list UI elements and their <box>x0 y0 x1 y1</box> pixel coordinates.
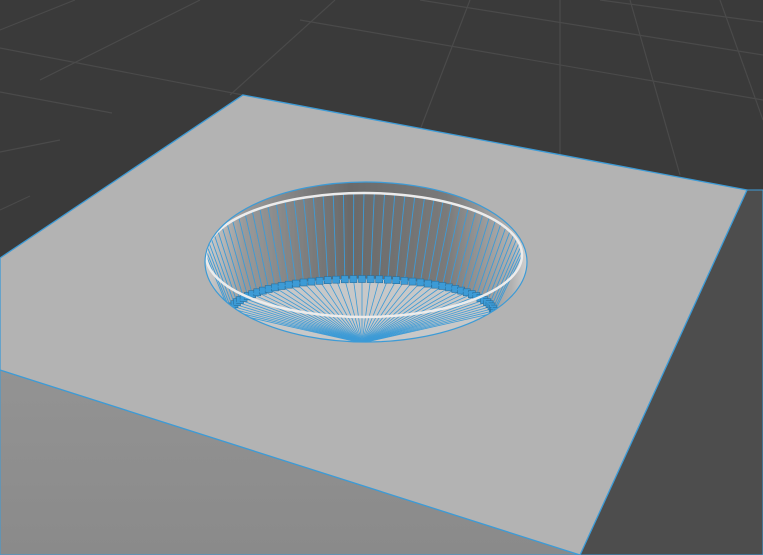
3d-viewport[interactable] <box>0 0 763 555</box>
scene-canvas[interactable] <box>0 0 763 555</box>
